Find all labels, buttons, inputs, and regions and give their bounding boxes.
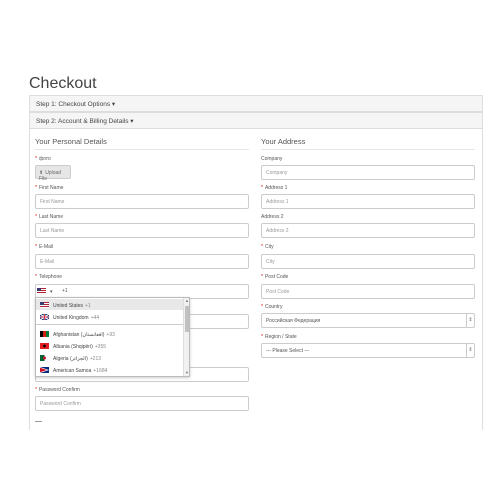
address2-label: Address 2 [261,214,284,220]
page-title: Checkout [29,75,97,92]
address2-input[interactable]: Address 2 [261,223,475,238]
personal-legend-divider [35,149,249,150]
telephone-label: * Telephone [35,274,63,280]
dropdown-divider [36,324,184,325]
address-legend: Your Address [261,137,306,146]
select-arrows-icon: ⇕ [466,314,474,327]
us-flag-icon [40,302,49,308]
company-input[interactable]: Company [261,165,475,180]
agree-checkbox[interactable] [35,421,42,425]
uk-flag-icon [40,314,49,320]
us-flag-icon [37,288,46,294]
af-flag-icon [40,331,49,337]
postcode-label: * Post Code [261,274,289,280]
postcode-input[interactable]: Post Code [261,284,475,299]
personal-details-legend: Your Personal Details [35,137,107,146]
upload-file-button[interactable]: ⬆ Upload File [35,165,71,182]
password-confirm-label: * Password Confirm [35,387,80,393]
region-select[interactable]: --- Please Select --- ⇕ [261,343,475,358]
dropdown-item-al[interactable]: Albania (Shqipëri) +355 [36,340,184,351]
company-label: Company [261,156,283,162]
phone-country-dropdown[interactable]: United States +1 United Kingdom +44 Afghan… [35,297,190,377]
address1-label: * Address 1 [261,185,288,191]
photo-label: * фото [35,156,51,162]
email-input[interactable]: E-Mail [35,254,249,269]
address-legend-divider [261,149,475,150]
as-flag-icon [40,367,49,373]
dropdown-item-uk[interactable]: United Kingdom +44 [36,311,184,322]
dropdown-scrollbar[interactable]: ▲ ▼ [183,298,189,376]
dz-flag-icon [40,355,49,361]
address1-input[interactable]: Address 1 [261,194,475,209]
telephone-value: +1 [62,288,68,294]
first-name-input[interactable]: First Name [35,194,249,209]
dropdown-item-as[interactable]: American Samoa +1684 [36,364,184,375]
first-name-label: * First Name [35,185,64,191]
scroll-up-icon[interactable]: ▲ [184,298,189,304]
dropdown-item-us[interactable]: United States +1 [36,299,184,310]
step1-header[interactable]: Step 1: Checkout Options ▾ [29,95,483,112]
region-label: * Region / State [261,334,297,340]
password-confirm-input[interactable]: Password Confirm [35,396,249,411]
scrollbar-thumb[interactable] [185,306,189,332]
last-name-input[interactable]: Last Name [35,223,249,238]
last-name-label: * Last Name [35,214,64,220]
scroll-down-icon[interactable]: ▼ [184,370,189,376]
email-label: * E-Mail [35,244,54,250]
al-flag-icon [40,343,49,349]
city-label: * City [261,244,274,250]
chevron-down-icon: ▾ [50,289,53,295]
select-arrows-icon: ⇕ [466,344,474,357]
step2-header[interactable]: Step 2: Account & Billing Details ▾ [29,112,483,129]
country-select[interactable]: Российская Федерация ⇕ [261,313,475,328]
city-input[interactable]: City [261,254,475,269]
country-label: * Country [261,304,283,310]
dropdown-item-af[interactable]: Afghanistan (‫افغانستان‬‎) +93 [36,328,184,339]
dropdown-item-dz[interactable]: Algeria (‫الجزائر‬‎) +213 [36,352,184,363]
